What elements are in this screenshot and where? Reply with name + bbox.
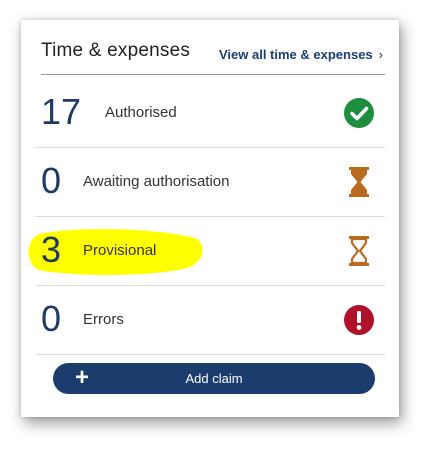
errors-label: Errors — [83, 311, 124, 328]
authorised-count: 17 — [41, 91, 82, 132]
errors-count: 0 — [41, 298, 62, 339]
authorised-label: Authorised — [105, 104, 177, 121]
time-expenses-card: Time & expenses View all time & expenses… — [21, 20, 399, 417]
row-authorised[interactable]: 17 Authorised — [35, 78, 385, 148]
row-awaiting-authorisation[interactable]: 0 Awaiting authorisation — [35, 147, 385, 217]
awaiting-label: Awaiting authorisation — [83, 173, 230, 190]
awaiting-count: 0 — [41, 160, 62, 201]
check-circle-icon — [343, 97, 375, 129]
provisional-count: 3 — [41, 229, 62, 270]
add-claim-label: Add claim — [185, 371, 243, 386]
provisional-label: Provisional — [83, 242, 157, 259]
row-errors[interactable]: 0 Errors — [35, 285, 385, 355]
exclamation-circle-icon — [343, 304, 375, 336]
card-header: Time & expenses View all time & expenses… — [41, 36, 385, 75]
card-title: Time & expenses — [41, 40, 191, 61]
hourglass-outline-icon — [343, 235, 375, 267]
view-all-link-label: View all time & expenses — [218, 47, 373, 62]
hourglass-filled-icon — [343, 166, 375, 198]
view-all-link[interactable]: View all time & expenses › — [219, 47, 383, 62]
add-claim-button[interactable]: + Add claim — [53, 363, 375, 394]
chevron-right-icon: › — [378, 47, 383, 62]
row-provisional[interactable]: 3 Provisional — [28, 216, 385, 286]
